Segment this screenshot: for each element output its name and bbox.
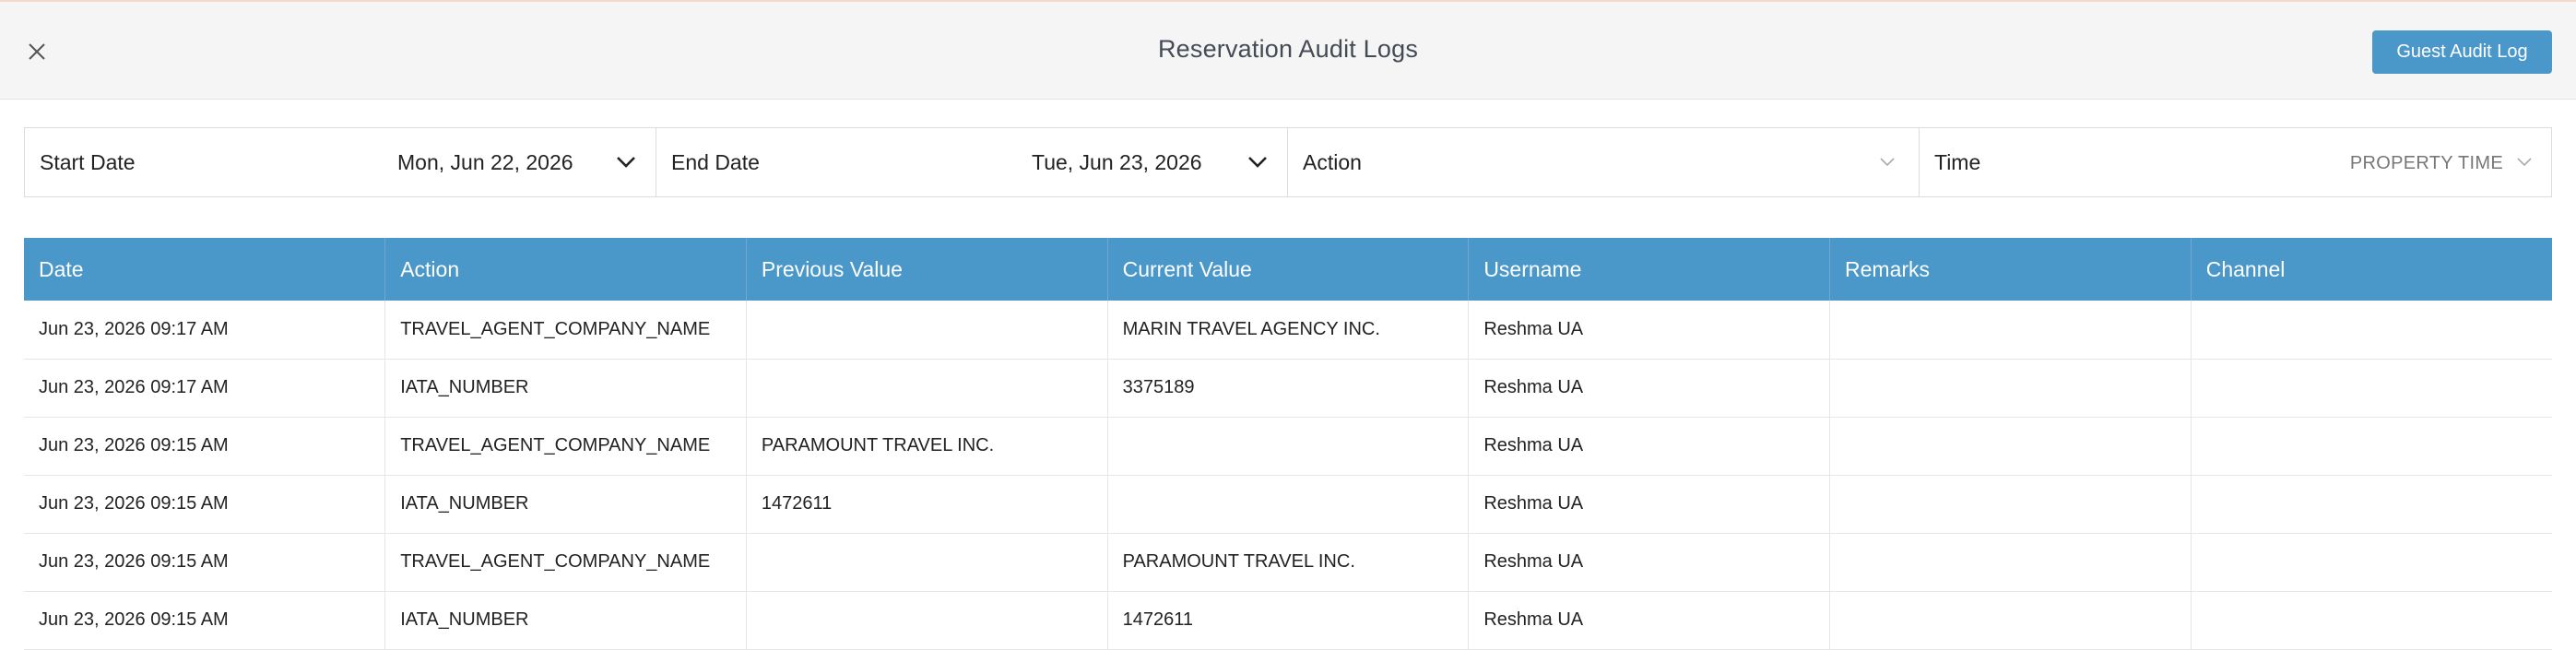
column-header-action[interactable]: Action: [384, 238, 747, 301]
cell-channel: [2191, 359, 2552, 418]
table-row: Jun 23, 2026 09:17 AM TRAVEL_AGENT_COMPA…: [24, 301, 2552, 360]
column-header-remarks[interactable]: Remarks: [1829, 238, 2192, 301]
cell-previous-value: PARAMOUNT TRAVEL INC.: [746, 417, 1108, 476]
table-row: Jun 23, 2026 09:15 AM TRAVEL_AGENT_COMPA…: [24, 533, 2552, 592]
time-value[interactable]: PROPERTY TIME: [2350, 153, 2503, 174]
cell-channel: [2191, 417, 2552, 476]
cell-action: IATA_NUMBER: [384, 591, 747, 650]
cell-current-value: [1107, 417, 1470, 476]
table-header-row: Date Action Previous Value Current Value…: [24, 238, 2552, 301]
cell-previous-value: [746, 359, 1108, 418]
end-date-value[interactable]: Tue, Jun 23, 2026: [1032, 150, 1202, 175]
cell-previous-value: [746, 591, 1108, 650]
end-date-filter[interactable]: End Date Tue, Jun 23, 2026: [656, 128, 1288, 196]
cell-current-value: 3375189: [1107, 359, 1470, 418]
cell-username: Reshma UA: [1468, 301, 1831, 360]
cell-username: Reshma UA: [1468, 591, 1831, 650]
column-header-previous-value[interactable]: Previous Value: [746, 238, 1108, 301]
time-filter[interactable]: Time PROPERTY TIME: [1920, 128, 2551, 196]
column-header-channel[interactable]: Channel: [2191, 238, 2552, 301]
cell-remarks: [1829, 533, 2192, 592]
chevron-down-icon[interactable]: [1247, 150, 1268, 174]
audit-log-table: Date Action Previous Value Current Value…: [24, 238, 2552, 650]
start-date-filter[interactable]: Start Date Mon, Jun 22, 2026: [25, 128, 656, 196]
cell-action: IATA_NUMBER: [384, 359, 747, 418]
cell-date: Jun 23, 2026 09:15 AM: [24, 475, 386, 534]
cell-current-value: 1472611: [1107, 591, 1470, 650]
cell-channel: [2191, 301, 2552, 360]
cell-channel: [2191, 533, 2552, 592]
cell-current-value: PARAMOUNT TRAVEL INC.: [1107, 533, 1470, 592]
cell-remarks: [1829, 475, 2192, 534]
table-row: Jun 23, 2026 09:15 AM IATA_NUMBER 147261…: [24, 475, 2552, 534]
cell-remarks: [1829, 359, 2192, 418]
cell-date: Jun 23, 2026 09:15 AM: [24, 417, 386, 476]
cell-previous-value: [746, 533, 1108, 592]
guest-audit-log-button[interactable]: Guest Audit Log: [2372, 30, 2552, 74]
chevron-down-icon[interactable]: [1879, 156, 1896, 169]
column-header-current-value[interactable]: Current Value: [1107, 238, 1470, 301]
action-label: Action: [1303, 149, 1362, 174]
cell-current-value: [1107, 475, 1470, 534]
cell-current-value: MARIN TRAVEL AGENCY INC.: [1107, 301, 1470, 360]
cell-username: Reshma UA: [1468, 359, 1831, 418]
cell-remarks: [1829, 301, 2192, 360]
column-header-date[interactable]: Date: [24, 238, 386, 301]
page-title: Reservation Audit Logs: [1157, 35, 1419, 63]
end-date-label: End Date: [671, 149, 760, 174]
table-row: Jun 23, 2026 09:15 AM IATA_NUMBER 147261…: [24, 591, 2552, 650]
cell-date: Jun 23, 2026 09:17 AM: [24, 359, 386, 418]
cell-username: Reshma UA: [1468, 533, 1831, 592]
chevron-down-icon[interactable]: [2516, 156, 2533, 169]
table-row: Jun 23, 2026 09:15 AM TRAVEL_AGENT_COMPA…: [24, 417, 2552, 476]
cell-username: Reshma UA: [1468, 417, 1831, 476]
start-date-label: Start Date: [40, 149, 136, 174]
cell-date: Jun 23, 2026 09:15 AM: [24, 533, 386, 592]
filter-bar: Start Date Mon, Jun 22, 2026 End Date Tu…: [24, 127, 2552, 197]
time-label: Time: [1934, 149, 1981, 174]
cell-action: TRAVEL_AGENT_COMPANY_NAME: [384, 417, 747, 476]
cell-username: Reshma UA: [1468, 475, 1831, 534]
table-row: Jun 23, 2026 09:17 AM IATA_NUMBER 337518…: [24, 359, 2552, 418]
cell-previous-value: 1472611: [746, 475, 1108, 534]
cell-action: TRAVEL_AGENT_COMPANY_NAME: [384, 301, 747, 360]
cell-action: TRAVEL_AGENT_COMPANY_NAME: [384, 533, 747, 592]
action-filter[interactable]: Action: [1288, 128, 1920, 196]
cell-previous-value: [746, 301, 1108, 360]
modal-header: Reservation Audit Logs Guest Audit Log: [0, 0, 2576, 100]
cell-remarks: [1829, 591, 2192, 650]
cell-date: Jun 23, 2026 09:17 AM: [24, 301, 386, 360]
start-date-value[interactable]: Mon, Jun 22, 2026: [397, 150, 573, 175]
chevron-down-icon[interactable]: [616, 150, 636, 174]
cell-channel: [2191, 591, 2552, 650]
cell-remarks: [1829, 417, 2192, 476]
cell-channel: [2191, 475, 2552, 534]
cell-date: Jun 23, 2026 09:15 AM: [24, 591, 386, 650]
column-header-username[interactable]: Username: [1468, 238, 1831, 301]
cell-action: IATA_NUMBER: [384, 475, 747, 534]
